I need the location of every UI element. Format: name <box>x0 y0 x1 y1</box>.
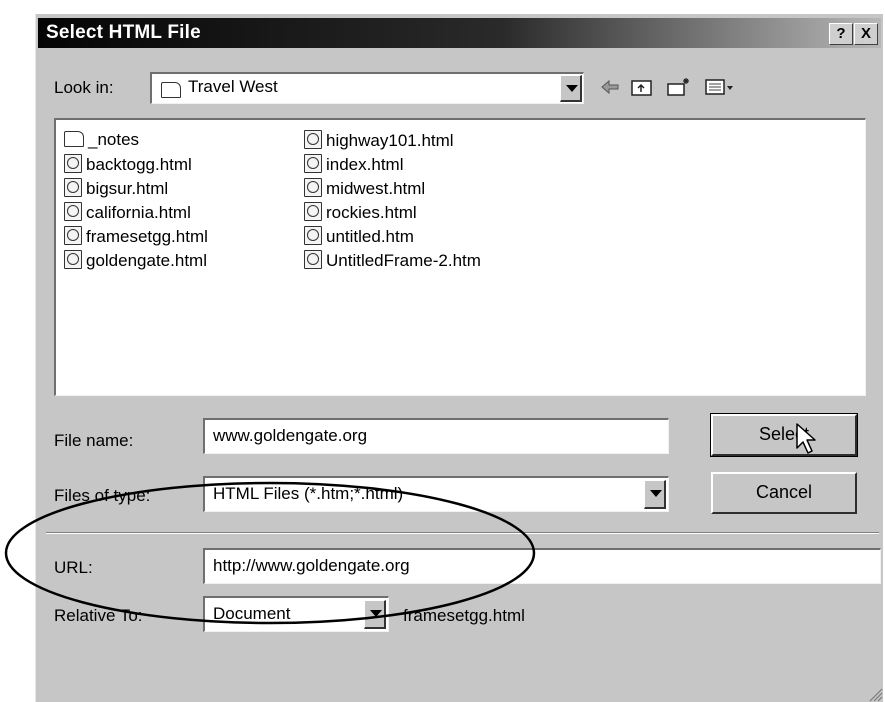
html-file-icon <box>64 202 82 221</box>
mouse-cursor-icon <box>796 423 816 454</box>
html-file-icon <box>304 130 322 149</box>
look-in-dropdown-arrow[interactable] <box>560 75 582 102</box>
list-item[interactable]: rockies.html <box>304 202 417 224</box>
new-folder-icon[interactable] <box>666 76 692 98</box>
look-in-label: Look in: <box>54 78 114 97</box>
html-file-icon <box>304 250 322 269</box>
list-item[interactable]: framesetgg.html <box>64 226 208 248</box>
annotation-ellipse <box>4 481 536 625</box>
close-button[interactable]: X <box>854 23 878 45</box>
view-menu-icon[interactable] <box>704 76 736 98</box>
title-bar: Select HTML File ? X <box>38 18 881 48</box>
folder-icon <box>64 131 84 147</box>
look-in-value: Travel West <box>188 77 278 96</box>
html-file-icon <box>64 178 82 197</box>
html-file-icon <box>304 226 322 245</box>
list-item[interactable]: index.html <box>304 154 403 176</box>
up-folder-icon[interactable] <box>630 76 654 98</box>
html-file-icon <box>304 202 322 221</box>
list-item[interactable]: untitled.htm <box>304 226 414 248</box>
list-item[interactable]: UntitledFrame-2.htm <box>304 250 481 272</box>
file-name-value: www.goldengate.org <box>213 426 368 445</box>
resize-grip-icon[interactable] <box>867 686 883 702</box>
back-arrow-icon[interactable] <box>599 76 621 98</box>
list-item[interactable]: california.html <box>64 202 191 224</box>
folder-icon <box>161 82 181 98</box>
list-item[interactable]: midwest.html <box>304 178 425 200</box>
html-file-icon <box>64 250 82 269</box>
html-file-icon <box>304 178 322 197</box>
files-of-type-dropdown-arrow[interactable] <box>644 480 666 509</box>
list-item[interactable]: _notes <box>64 130 139 152</box>
list-item[interactable]: backtogg.html <box>64 154 192 176</box>
file-name-field[interactable]: www.goldengate.org <box>203 418 669 454</box>
help-button[interactable]: ? <box>829 23 853 45</box>
file-name-label: File name: <box>54 431 134 450</box>
dialog-title: Select HTML File <box>46 22 201 43</box>
cancel-button[interactable]: Cancel <box>711 472 857 514</box>
look-in-dropdown[interactable]: Travel West <box>150 72 584 104</box>
html-file-icon <box>64 226 82 245</box>
list-item[interactable]: goldengate.html <box>64 250 207 272</box>
html-file-icon <box>304 154 322 173</box>
list-item[interactable]: bigsur.html <box>64 178 168 200</box>
select-button[interactable]: Select <box>710 413 858 457</box>
list-item[interactable]: highway101.html <box>304 130 454 152</box>
html-file-icon <box>64 154 82 173</box>
